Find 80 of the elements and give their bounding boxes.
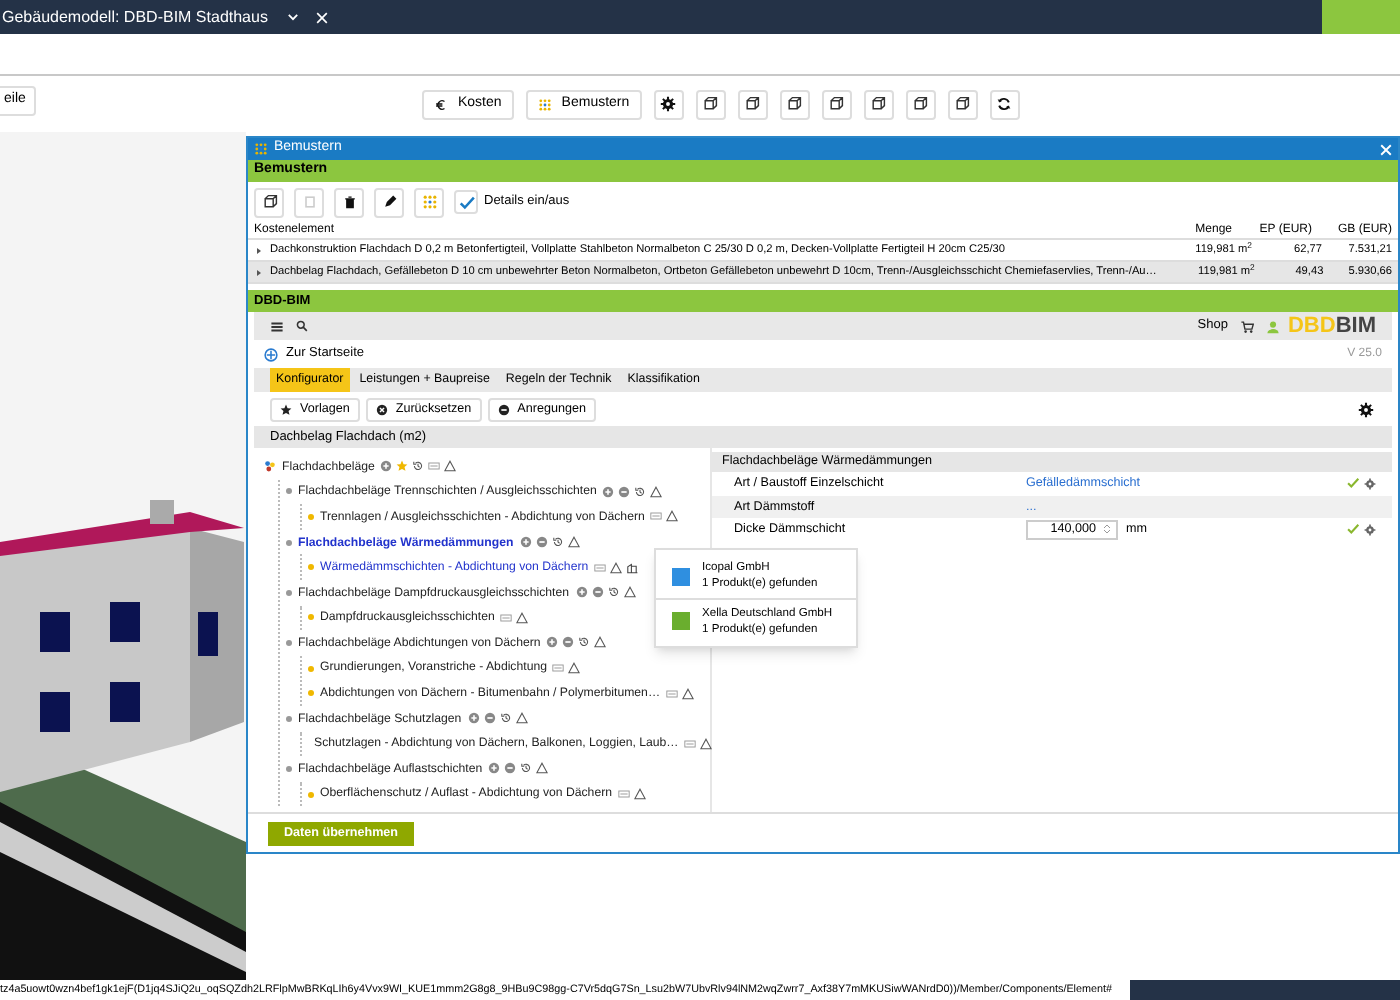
plus-circle-icon[interactable] [467,712,480,725]
plus-circle-icon[interactable] [546,636,559,649]
minus-circle-icon[interactable] [591,586,603,599]
warning-icon[interactable] [567,536,580,549]
history-icon[interactable] [412,460,425,473]
plus-circle-icon[interactable] [380,460,393,473]
expand-arrow-icon[interactable] [254,267,264,277]
euro-icon [434,97,448,111]
history-icon[interactable] [520,762,533,775]
minus-circle-icon[interactable] [618,485,631,498]
search-icon[interactable] [296,320,308,332]
minus-circle-icon[interactable] [535,536,548,549]
tree-node-icon [264,460,276,473]
minus-circle-icon[interactable] [562,636,575,649]
cube-button[interactable] [863,89,894,119]
history-icon[interactable] [578,636,591,649]
expand-arrow-icon[interactable] [254,245,264,255]
status-indicator [1322,0,1400,34]
delete-button[interactable] [334,187,364,217]
settings-icon[interactable] [1358,401,1374,417]
dot-grid-icon [537,97,552,111]
cube-icon [786,96,803,112]
logo: DBDBIM [1287,315,1376,337]
minus-circle-icon[interactable] [483,712,496,725]
chevron-down-icon[interactable] [285,10,300,24]
history-icon[interactable] [499,712,512,725]
cart-icon[interactable] [1239,319,1254,333]
check-icon [1346,476,1360,491]
plus-circle-icon[interactable] [488,762,501,775]
cube-button[interactable] [779,89,810,119]
settings-button[interactable] [653,89,684,119]
star-icon[interactable] [396,460,409,473]
copy-button[interactable] [254,187,284,217]
warning-icon[interactable] [634,788,646,801]
minus-circle-icon [497,403,510,415]
checkbox[interactable] [454,190,478,214]
plus-circle-icon[interactable] [575,586,587,599]
warning-icon[interactable] [700,737,713,750]
cube-icon [954,96,971,112]
warning-icon[interactable] [536,762,549,775]
cube-icon [870,96,887,112]
warning-icon[interactable] [515,712,528,725]
dot-grid-icon [254,142,268,156]
trash-icon [341,194,357,210]
cube-icon [744,96,761,112]
close-icon[interactable] [315,11,328,23]
refresh-icon [996,96,1013,112]
cube-button[interactable] [695,89,726,119]
spinner-arrows-icon[interactable] [1102,524,1112,535]
cube-button[interactable] [737,89,768,119]
home-icon[interactable] [264,347,278,361]
settings-icon [660,96,677,112]
window-title: Gebäudemodell: DBD-BIM Stadthaus [2,5,268,29]
history-icon[interactable] [551,536,564,549]
history-icon[interactable] [634,485,647,498]
warning-icon[interactable] [516,611,529,624]
building-icon[interactable] [626,561,639,574]
clear-icon [375,403,388,415]
minus-circle-icon[interactable] [504,762,517,775]
refresh-button[interactable] [989,89,1020,119]
plus-circle-icon[interactable] [519,536,532,549]
cube-button[interactable] [947,89,978,119]
cube-icon [912,96,929,112]
cube-button[interactable] [821,89,852,119]
page-icon [301,194,317,210]
menu-icon[interactable] [270,319,284,333]
dot-grid-icon [421,194,437,210]
warning-icon[interactable] [682,687,695,700]
plus-circle-icon[interactable] [602,485,615,498]
cube-button[interactable] [905,89,936,119]
check-icon [1346,522,1360,537]
cube-icon [828,96,845,112]
copy-icon [261,194,277,210]
star-icon [280,403,292,415]
check-icon [457,193,475,211]
warning-icon[interactable] [444,460,457,473]
history-icon[interactable] [607,586,619,599]
pencil-icon [381,194,397,210]
edit-button[interactable] [374,187,404,217]
cube-icon [702,96,719,112]
